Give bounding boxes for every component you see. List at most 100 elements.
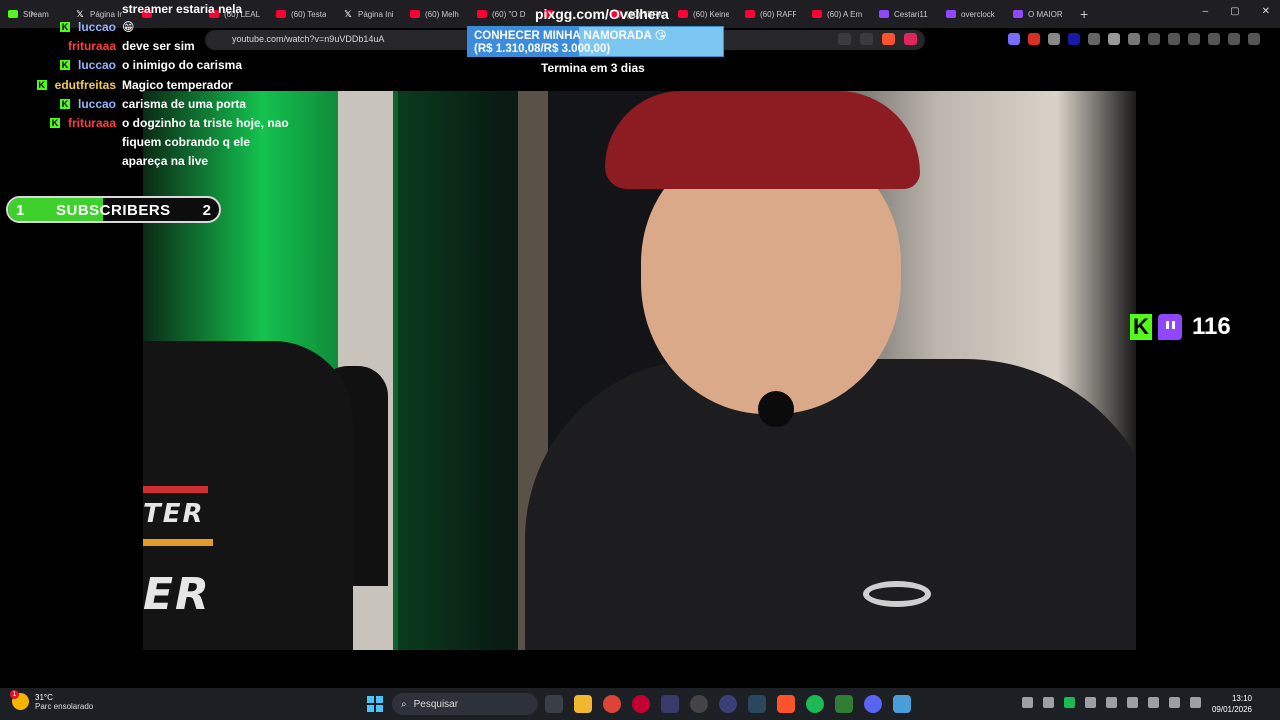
chat-text: carisma de uma porta [122, 97, 247, 111]
browser-tab[interactable]: O MAIOR [1005, 2, 1072, 26]
weather-widget[interactable]: 1 31°C Parc ensolarado [10, 690, 93, 711]
chat-text: o dogzinho ta triste hoje, nao fiquem co… [122, 116, 289, 168]
puzzle-icon[interactable] [1128, 33, 1140, 45]
browser-tab[interactable]: (60) A Em [804, 2, 871, 26]
volume-icon[interactable] [1190, 697, 1201, 708]
youtube-icon [678, 10, 688, 18]
browser-tab[interactable]: 𝕏 Página Ini [335, 2, 402, 26]
app-icon[interactable] [719, 695, 737, 713]
lapel-mic [758, 391, 794, 427]
jersey-text: TER [143, 499, 205, 529]
file-explorer-icon[interactable] [574, 695, 592, 713]
search-icon: ⌕ [401, 698, 407, 710]
chat-text: 😁 [122, 20, 135, 34]
sidebar-icon[interactable] [1168, 33, 1180, 45]
glass-window [398, 91, 538, 650]
wallet-icon[interactable] [1188, 33, 1200, 45]
brave-icon[interactable] [777, 695, 795, 713]
viewer-count: 116 [1192, 313, 1231, 340]
app-icon[interactable] [835, 695, 853, 713]
browser-tab[interactable]: (60) Melh [402, 2, 469, 26]
tab-title: O MAIOR [1028, 9, 1063, 19]
tab-title: (60) Keine [693, 9, 729, 19]
viewer-count-widget: K 116 [1130, 313, 1231, 341]
tray-app-icon[interactable] [1106, 697, 1117, 708]
taskbar-apps [545, 695, 911, 713]
browser-tab[interactable]: (60) "O D [469, 2, 536, 26]
extension-icon[interactable] [1048, 33, 1060, 45]
jersey-stripe [143, 486, 208, 493]
start-button[interactable] [367, 696, 383, 712]
taskbar-search[interactable]: ⌕ Pesquisar [392, 693, 538, 715]
extension-icon[interactable] [1108, 33, 1120, 45]
brave-shields-icon[interactable] [882, 33, 895, 45]
maximize-button[interactable]: ▢ [1230, 6, 1239, 17]
chevron-up-icon[interactable] [1022, 697, 1033, 708]
close-window-button[interactable]: ✕ [1262, 6, 1270, 17]
twitch-icon [879, 10, 889, 18]
tray-app-icon[interactable] [1043, 697, 1054, 708]
tab-title: Página Ini [358, 9, 394, 19]
cast-icon[interactable] [838, 33, 851, 45]
tab-title: (60) RAFF [760, 9, 796, 19]
youtube-icon [410, 10, 420, 18]
clock-date: 09/01/2026 [1211, 705, 1252, 714]
twitch-icon [1158, 314, 1182, 340]
kick-badge-icon: K [59, 99, 70, 109]
minimize-button[interactable]: – [1203, 6, 1209, 17]
chat-username: edutfreitas [54, 78, 116, 92]
video-player[interactable]: TER ER [143, 91, 1136, 650]
extension-icon[interactable] [1068, 33, 1080, 45]
tab-title: (60) Melh [425, 9, 459, 19]
discord-icon[interactable] [864, 695, 882, 713]
menu-icon[interactable] [1248, 33, 1260, 45]
app-icon[interactable] [661, 695, 679, 713]
bluetooth-icon[interactable] [1127, 697, 1138, 708]
chat-text: streamer estaria nela [122, 2, 243, 16]
steam-icon[interactable] [748, 695, 766, 713]
kick-badge-icon: K [59, 22, 70, 32]
extension-icon[interactable] [1028, 33, 1040, 45]
leo-icon[interactable] [1208, 33, 1220, 45]
youtube-icon [812, 10, 822, 18]
clock[interactable]: 13:10 09/01/2026 [1212, 693, 1252, 715]
brave-rewards-icon[interactable] [904, 33, 917, 45]
task-view-icon[interactable] [545, 695, 563, 713]
kick-badge-icon: K [36, 80, 47, 90]
chat-username: luccao [77, 20, 116, 34]
chat-username: frituraaa [67, 39, 116, 53]
browser-tab[interactable]: Cestari11 [871, 2, 938, 26]
system-tray [1022, 697, 1201, 708]
share-icon[interactable] [860, 33, 873, 45]
kick-badge-icon: K [59, 60, 70, 70]
notepad-icon[interactable] [893, 695, 911, 713]
browser-tab[interactable]: (60) Keine [670, 2, 737, 26]
sub-next-level: 2 [202, 202, 211, 219]
chat-message: Kfrituraaa o dogzinho ta triste hoje, nao… [0, 114, 294, 171]
donation-goal-title: CONHECER MINHA NAMORADA 😘 [474, 30, 667, 42]
donation-goal-ends: Termina em 3 dias [541, 61, 645, 75]
github-icon[interactable] [690, 695, 708, 713]
microphone-icon[interactable] [1148, 697, 1159, 708]
extension-icon[interactable] [1008, 33, 1020, 45]
opera-icon[interactable] [632, 695, 650, 713]
tray-app-icon[interactable] [1064, 697, 1075, 708]
sub-goal-label: SUBSCRIBERS [56, 202, 171, 219]
new-tab-button[interactable]: + [1072, 6, 1096, 22]
chat-message: Kluccao o inimigo do carisma [0, 56, 294, 75]
chrome-icon[interactable] [603, 695, 621, 713]
chat-message: Kluccao carisma de uma porta [0, 95, 294, 114]
x-icon: 𝕏 [344, 9, 352, 19]
media-icon[interactable] [1148, 33, 1160, 45]
browser-tab[interactable]: overclock [938, 2, 1005, 26]
vpn-icon[interactable] [1228, 33, 1240, 45]
tray-app-icon[interactable] [1085, 697, 1096, 708]
spotify-icon[interactable] [806, 695, 824, 713]
extension-icon[interactable] [1088, 33, 1100, 45]
subscriber-goal-bar: 1 SUBSCRIBERS 2 [6, 196, 221, 223]
donation-goal-amount: (R$ 1.310,08/R$ 3.000,00) [474, 43, 611, 55]
network-icon[interactable] [1169, 697, 1180, 708]
oakley-logo [863, 581, 931, 607]
streamer-shirt [525, 359, 1136, 650]
browser-tab[interactable]: (60) RAFF [737, 2, 804, 26]
